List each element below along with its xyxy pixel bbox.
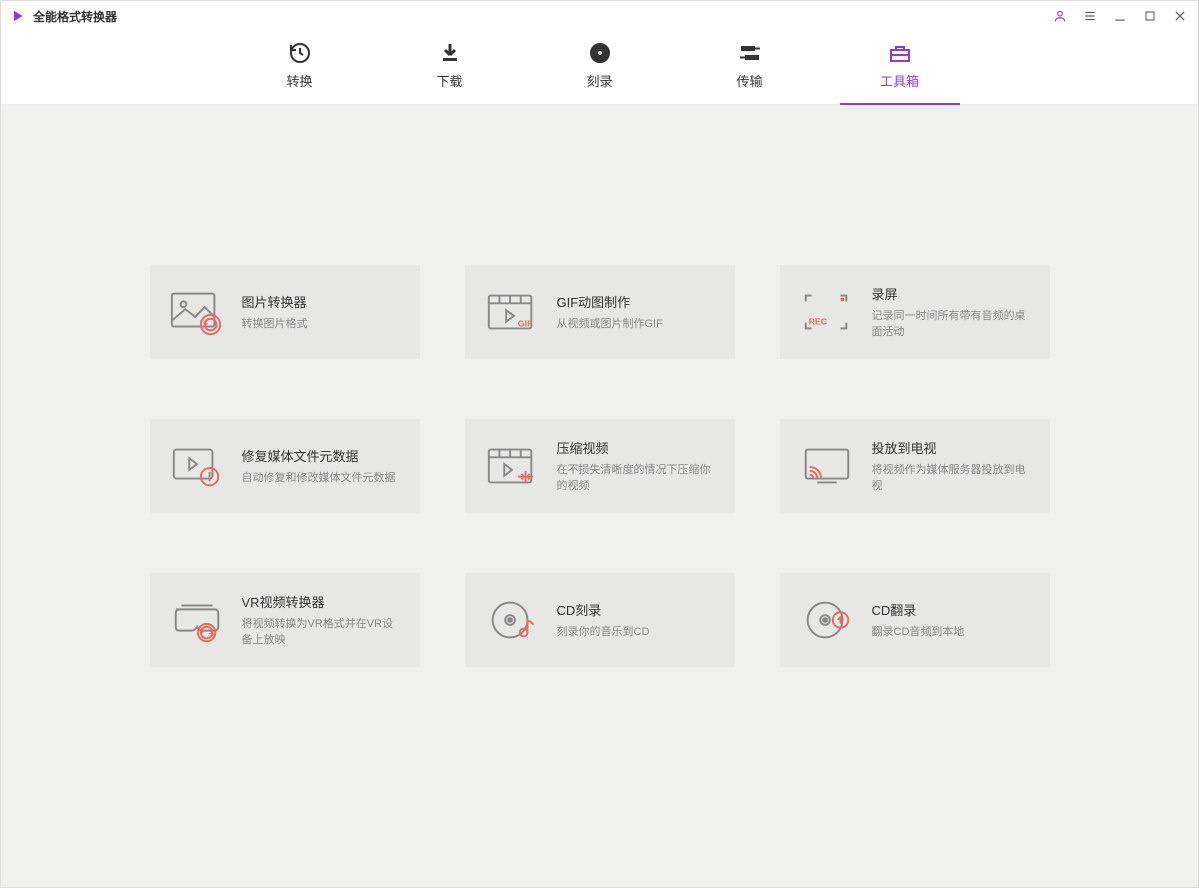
cast-to-tv-icon	[798, 441, 856, 491]
tool-gif-maker[interactable]: GIF GIF动图制作 从视频或图片制作GIF	[465, 265, 735, 359]
convert-icon	[288, 41, 312, 65]
tool-title: 录屏	[872, 284, 1032, 303]
user-icon[interactable]	[1052, 8, 1068, 24]
close-button[interactable]	[1172, 8, 1188, 24]
tool-title: 投放到电视	[872, 438, 1032, 457]
tool-desc: 在不损失清晰度的情况下压缩你的视频	[557, 463, 717, 494]
tab-download[interactable]: 下载	[410, 41, 490, 104]
tool-desc: 自动修复和修改媒体文件元数据	[242, 471, 396, 486]
cd-ripper-icon	[798, 595, 856, 645]
tab-label: 转换	[286, 71, 312, 90]
tool-cast-to-tv[interactable]: 投放到电视 将视频作为媒体服务器投放到电视	[780, 419, 1050, 513]
image-converter-icon	[168, 287, 226, 337]
tab-toolbox[interactable]: 工具箱	[860, 41, 940, 104]
transfer-icon	[738, 41, 762, 65]
maximize-button[interactable]	[1142, 8, 1158, 24]
svg-text:GIF: GIF	[517, 319, 531, 329]
tab-bar: 转换 下载 刻录 传输 工具箱	[1, 31, 1198, 105]
gif-maker-icon: GIF	[483, 287, 541, 337]
tool-title: 修复媒体文件元数据	[242, 446, 396, 465]
vr-converter-icon	[168, 595, 226, 645]
svg-text:REC: REC	[808, 317, 827, 327]
tool-title: CD翻录	[872, 600, 965, 619]
titlebar: 全能格式转换器	[1, 1, 1198, 31]
tool-vr-converter[interactable]: VR视频转换器 将视频转换为VR格式并在VR设备上放映	[150, 573, 420, 667]
tool-desc: 将视频转换为VR格式并在VR设备上放映	[242, 617, 402, 648]
compress-video-icon	[483, 441, 541, 491]
menu-icon[interactable]	[1082, 8, 1098, 24]
tool-compress-video[interactable]: 压缩视频 在不损失清晰度的情况下压缩你的视频	[465, 419, 735, 513]
tool-desc: 转换图片格式	[242, 317, 308, 332]
tool-desc: 刻录你的音乐到CD	[557, 625, 650, 640]
tool-title: 图片转换器	[242, 292, 308, 311]
toolbox-content: 图片转换器 转换图片格式 GIF	[1, 105, 1198, 887]
tab-label: 工具箱	[880, 71, 919, 90]
burn-icon	[588, 41, 612, 65]
tab-burn[interactable]: 刻录	[560, 41, 640, 104]
download-icon	[438, 41, 462, 65]
tool-desc: 翻录CD音频到本地	[872, 625, 965, 640]
tool-fix-metadata[interactable]: 修复媒体文件元数据 自动修复和修改媒体文件元数据	[150, 419, 420, 513]
tool-cd-burner[interactable]: CD刻录 刻录你的音乐到CD	[465, 573, 735, 667]
tab-transfer[interactable]: 传输	[710, 41, 790, 104]
tool-title: VR视频转换器	[242, 592, 402, 611]
screen-recorder-icon: REC	[798, 287, 856, 337]
tool-title: CD刻录	[557, 600, 650, 619]
tool-desc: 记录同一时间所有带有音频的桌面活动	[872, 309, 1032, 340]
app-logo-icon	[11, 9, 25, 23]
app-title: 全能格式转换器	[33, 8, 117, 25]
tool-desc: 从视频或图片制作GIF	[557, 317, 663, 332]
toolbox-icon	[888, 41, 912, 65]
minimize-button[interactable]	[1112, 8, 1128, 24]
tool-desc: 将视频作为媒体服务器投放到电视	[872, 463, 1032, 494]
fix-metadata-icon	[168, 441, 226, 491]
tool-image-converter[interactable]: 图片转换器 转换图片格式	[150, 265, 420, 359]
tool-screen-recorder[interactable]: REC 录屏 记录同一时间所有带有音频的桌面活动	[780, 265, 1050, 359]
tab-convert[interactable]: 转换	[260, 41, 340, 104]
cd-burner-icon	[483, 595, 541, 645]
tab-label: 传输	[736, 71, 762, 90]
tab-label: 下载	[436, 71, 462, 90]
tool-cd-ripper[interactable]: CD翻录 翻录CD音频到本地	[780, 573, 1050, 667]
tool-title: GIF动图制作	[557, 292, 663, 311]
tab-label: 刻录	[586, 71, 612, 90]
tool-title: 压缩视频	[557, 438, 717, 457]
